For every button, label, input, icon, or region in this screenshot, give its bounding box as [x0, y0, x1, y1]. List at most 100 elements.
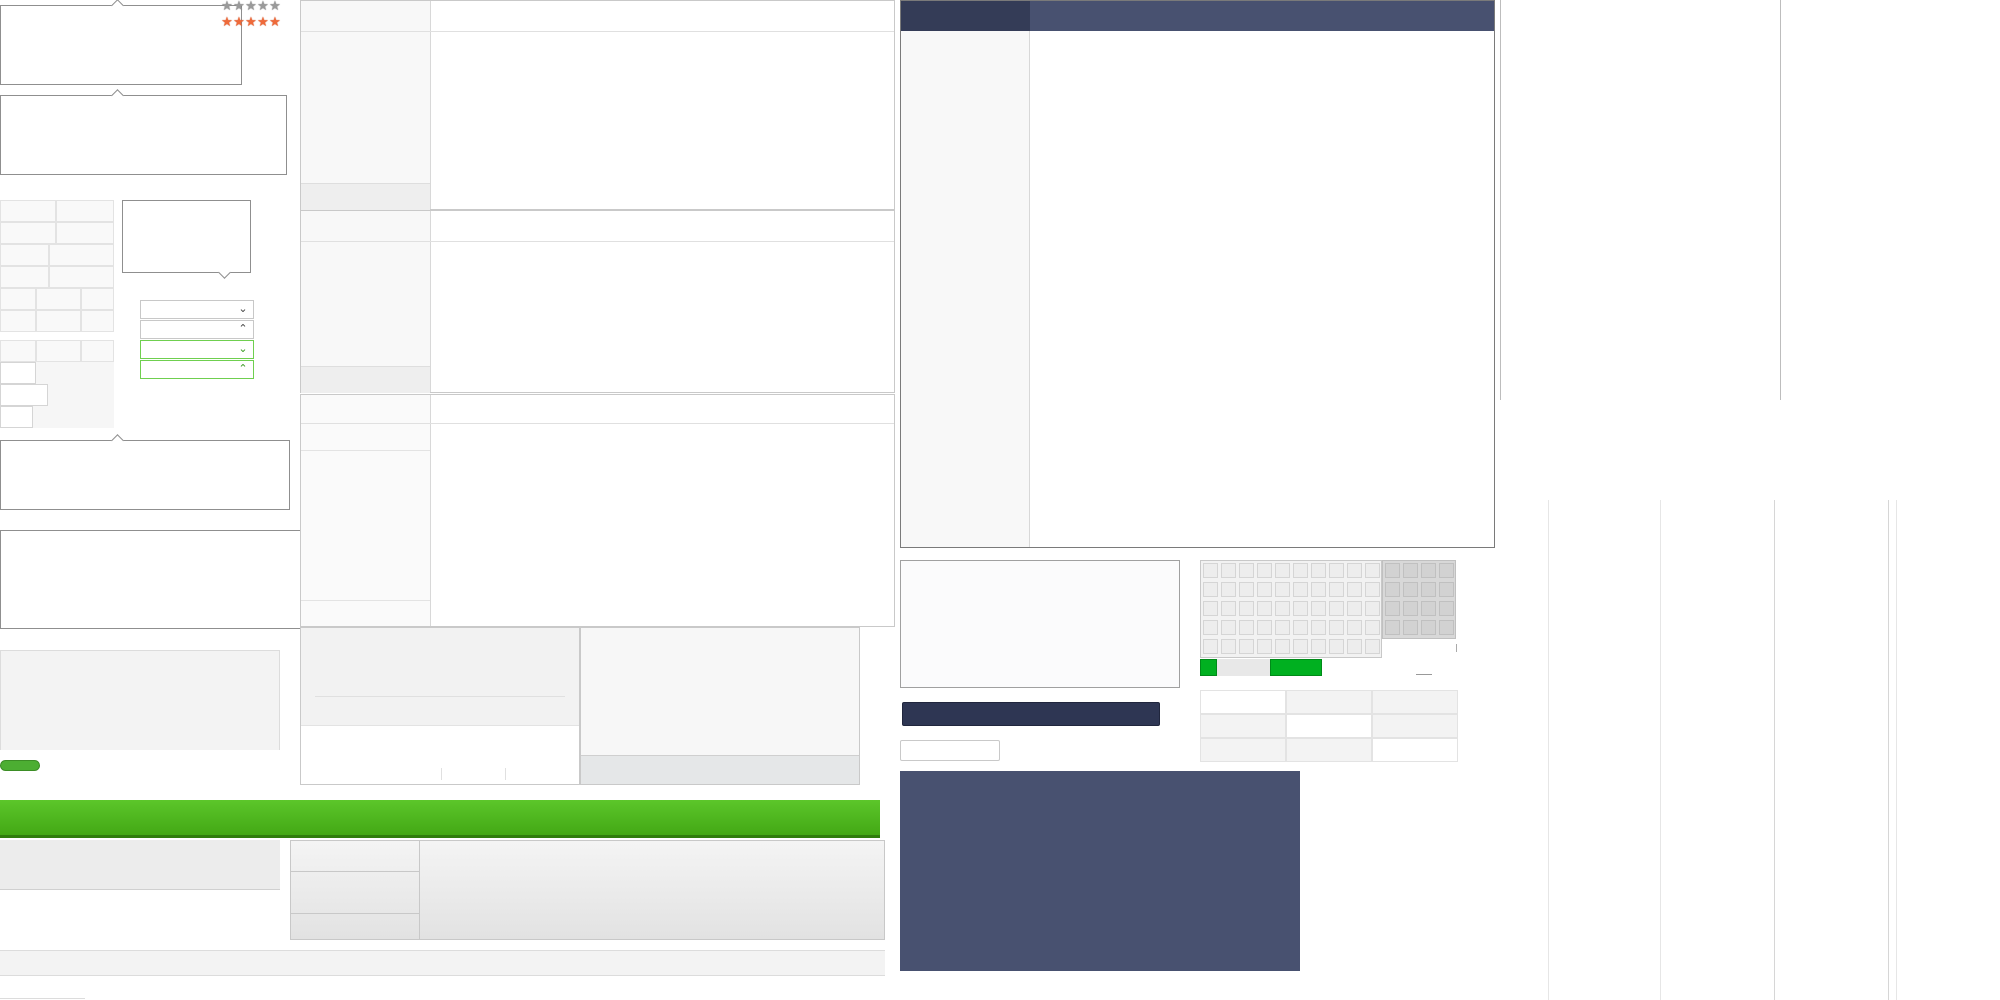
calendar-day-cell[interactable]: [1347, 601, 1362, 616]
star-icon[interactable]: ★: [233, 0, 245, 12]
select-box[interactable]: ⌄: [140, 300, 254, 319]
calendar-day-cell[interactable]: [1329, 620, 1344, 635]
select-box-valid[interactable]: ⌄: [140, 340, 254, 359]
calendar-today-button[interactable]: [1270, 659, 1322, 676]
calendar-day-cell[interactable]: [1221, 582, 1236, 597]
table-cell[interactable]: [1286, 690, 1372, 714]
table-cell[interactable]: [1286, 714, 1372, 738]
calendar-day-cell[interactable]: [1293, 563, 1308, 578]
calendar-day-cell[interactable]: [1257, 620, 1272, 635]
calendar-day-cell[interactable]: [1221, 620, 1236, 635]
calendar-day-cell[interactable]: [1365, 639, 1380, 654]
progress-pill[interactable]: [0, 760, 40, 771]
grid-cell[interactable]: [0, 340, 36, 362]
calendar-day-cell[interactable]: [1221, 639, 1236, 654]
calendar-month-cell[interactable]: [1439, 563, 1454, 578]
calendar-day-cell[interactable]: [1293, 639, 1308, 654]
calendar-month-cell[interactable]: [1421, 620, 1436, 635]
dark-window-header-tab[interactable]: [901, 1, 1030, 31]
grid-cell[interactable]: [0, 406, 33, 428]
table-cell[interactable]: [1372, 714, 1458, 738]
select-box-valid-open[interactable]: ⌃: [140, 360, 254, 379]
calendar-day-cell[interactable]: [1275, 582, 1290, 597]
grid-cell[interactable]: [81, 340, 114, 362]
table-cell[interactable]: [1200, 690, 1286, 714]
calendar-selected-day[interactable]: [1200, 659, 1217, 676]
calendar-day-cell[interactable]: [1365, 563, 1380, 578]
table-row[interactable]: [291, 913, 420, 914]
calendar-day-cell[interactable]: [1293, 582, 1308, 597]
calendar-day-cell[interactable]: [1329, 582, 1344, 597]
grid-cell[interactable]: [36, 340, 81, 362]
calendar-day-cell[interactable]: [1329, 601, 1344, 616]
star-rating-grey[interactable]: ★ ★ ★ ★ ★: [221, 0, 281, 12]
star-icon[interactable]: ★: [257, 0, 269, 12]
star-icon[interactable]: ★: [257, 15, 269, 28]
calendar-day-cell[interactable]: [1257, 601, 1272, 616]
star-icon[interactable]: ★: [221, 15, 233, 28]
grid-cell[interactable]: [0, 310, 36, 332]
calendar-day-cell[interactable]: [1347, 639, 1362, 654]
star-icon[interactable]: ★: [269, 0, 281, 12]
table-cell[interactable]: [1200, 738, 1286, 762]
calendar-day-cell[interactable]: [1293, 620, 1308, 635]
calendar-month-cell[interactable]: [1385, 620, 1400, 635]
text-input[interactable]: [900, 740, 1000, 761]
grid-cell[interactable]: [81, 288, 114, 310]
calendar-month-cell[interactable]: [1421, 582, 1436, 597]
calendar-day-cell[interactable]: [1239, 582, 1254, 597]
calendar-day-cell[interactable]: [1203, 620, 1218, 635]
calendar-day-cell[interactable]: [1311, 601, 1326, 616]
star-icon[interactable]: ★: [221, 0, 233, 12]
calendar-month-cell[interactable]: [1403, 620, 1418, 635]
calendar-day-cell[interactable]: [1275, 639, 1290, 654]
calendar-month-cell[interactable]: [1439, 601, 1454, 616]
calendar-day-cell[interactable]: [1311, 582, 1326, 597]
grid-cell[interactable]: [49, 266, 114, 288]
calendar-day-cell[interactable]: [1257, 639, 1272, 654]
grid-cell[interactable]: [0, 222, 56, 244]
table-cell[interactable]: [1372, 690, 1458, 714]
grid-cell[interactable]: [81, 310, 114, 332]
grid-cell[interactable]: [0, 200, 56, 222]
calendar-day-cell[interactable]: [1347, 620, 1362, 635]
calendar-month-cell[interactable]: [1439, 620, 1454, 635]
calendar-day-cell[interactable]: [1311, 620, 1326, 635]
calendar-day-cell[interactable]: [1347, 582, 1362, 597]
grid-cell[interactable]: [0, 288, 36, 310]
primary-button[interactable]: [902, 702, 1160, 726]
table-cell[interactable]: [1286, 738, 1372, 762]
calendar-day-cell[interactable]: [1203, 582, 1218, 597]
calendar-day-cell[interactable]: [1239, 563, 1254, 578]
calendar-day-cell[interactable]: [1365, 601, 1380, 616]
grid-cell[interactable]: [0, 362, 36, 384]
table-cell[interactable]: [1372, 738, 1458, 762]
calendar-day-cell[interactable]: [1365, 620, 1380, 635]
table-cell[interactable]: [1200, 714, 1286, 738]
calendar-day-cell[interactable]: [1329, 639, 1344, 654]
calendar-day-cell[interactable]: [1311, 563, 1326, 578]
calendar-day-cell[interactable]: [1203, 601, 1218, 616]
calendar-month-cell[interactable]: [1385, 582, 1400, 597]
calendar-day-cell[interactable]: [1275, 563, 1290, 578]
grid-cell[interactable]: [0, 384, 48, 406]
grid-cell[interactable]: [56, 222, 114, 244]
calendar-month-cell[interactable]: [1403, 563, 1418, 578]
select-box-open[interactable]: ⌃: [140, 320, 254, 339]
calendar-day-cell[interactable]: [1275, 601, 1290, 616]
calendar-day-cell[interactable]: [1221, 601, 1236, 616]
grid-cell[interactable]: [36, 288, 81, 310]
calendar-day-cell[interactable]: [1365, 582, 1380, 597]
calendar-day-cell[interactable]: [1293, 601, 1308, 616]
grid-cell[interactable]: [0, 266, 49, 288]
calendar-month-cell[interactable]: [1439, 582, 1454, 597]
star-icon[interactable]: ★: [233, 15, 245, 28]
calendar-month-cell[interactable]: [1421, 601, 1436, 616]
calendar-month-cell[interactable]: [1385, 563, 1400, 578]
calendar-day-cell[interactable]: [1203, 563, 1218, 578]
calendar-day-cell[interactable]: [1275, 620, 1290, 635]
calendar-day-cell[interactable]: [1239, 639, 1254, 654]
grid-cell[interactable]: [49, 244, 114, 266]
calendar-day-cell[interactable]: [1347, 563, 1362, 578]
calendar-day-cell[interactable]: [1329, 563, 1344, 578]
